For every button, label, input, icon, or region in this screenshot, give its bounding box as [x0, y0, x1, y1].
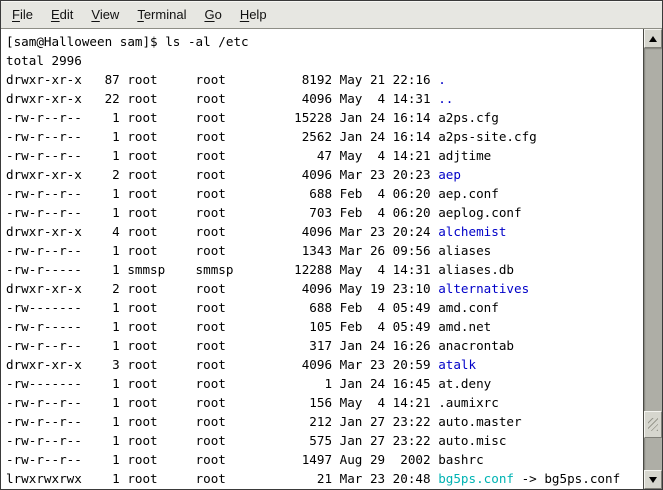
- terminal-line: -rw-r----- 1 smmsp smmsp 12288 May 4 14:…: [6, 260, 643, 279]
- terminal-line: -rw-r--r-- 1 root root 1343 Mar 26 09:56…: [6, 241, 643, 260]
- file-attributes: -rw-r--r-- 1 root root 317 Jan 24 16:26: [6, 338, 438, 353]
- terminal-line: -rw-r--r-- 1 root root 317 Jan 24 16:26 …: [6, 336, 643, 355]
- file-attributes: drwxr-xr-x 87 root root 8192 May 21 22:1…: [6, 72, 438, 87]
- file-name: .aumixrc: [438, 395, 499, 410]
- terminal-line: drwxr-xr-x 4 root root 4096 Mar 23 20:24…: [6, 222, 643, 241]
- file-attributes: drwxr-xr-x 4 root root 4096 Mar 23 20:24: [6, 224, 438, 239]
- terminal-line: -rw-r--r-- 1 root root 47 May 4 14:21 ad…: [6, 146, 643, 165]
- scroll-up-button[interactable]: [644, 29, 662, 48]
- scroll-down-button[interactable]: [644, 470, 662, 489]
- terminal-line: lrwxrwxrwx 1 root root 21 Mar 23 20:48 b…: [6, 469, 643, 488]
- file-attributes: -rw-r--r-- 1 root root 2562 Jan 24 16:14: [6, 129, 438, 144]
- file-name: aeplog.conf: [438, 205, 521, 220]
- file-attributes: -rw-r--r-- 1 root root 1497 Aug 29 2002: [6, 452, 438, 467]
- file-attributes: drwxr-xr-x 2 root root 4096 Mar 23 20:23: [6, 167, 438, 182]
- directory-name: alchemist: [438, 224, 506, 239]
- file-name: a2ps.cfg: [438, 110, 499, 125]
- file-name: auto.master: [438, 414, 521, 429]
- file-attributes: -rw-r--r-- 1 root root 156 May 4 14:21: [6, 395, 438, 410]
- file-attributes: -rw-r--r-- 1 root root 1343 Mar 26 09:56: [6, 243, 438, 258]
- terminal-line: [sam@Halloween sam]$ ls -al /etc: [6, 32, 643, 51]
- terminal-line: -rw-r--r-- 1 root root 688 Feb 4 06:20 a…: [6, 184, 643, 203]
- file-attributes: -rw-r----- 1 root root 105 Feb 4 05:49: [6, 319, 438, 334]
- symlink-target: -> bg5ps.conf: [514, 471, 620, 486]
- terminal-line: drwxr-xr-x 87 root root 8192 May 21 22:1…: [6, 70, 643, 89]
- file-attributes: -rw------- 1 root root 688 Feb 4 05:49: [6, 300, 438, 315]
- arrow-up-icon: [649, 36, 657, 42]
- terminal-line: total 2996: [6, 51, 643, 70]
- file-name: aliases.db: [438, 262, 514, 277]
- terminal-line: -rw-r--r-- 1 root root 575 Jan 27 23:22 …: [6, 431, 643, 450]
- file-name: aliases: [438, 243, 491, 258]
- terminal-line: -rw-r--r-- 1 root root 703 Feb 4 06:20 a…: [6, 203, 643, 222]
- file-attributes: -rw-r--r-- 1 root root 47 May 4 14:21: [6, 148, 438, 163]
- directory-name: aep: [438, 167, 461, 182]
- menu-item-go[interactable]: Go: [195, 3, 230, 27]
- terminal-output[interactable]: [sam@Halloween sam]$ ls -al /etctotal 29…: [1, 29, 643, 489]
- symlink-name: bg5ps.conf: [438, 471, 514, 486]
- file-attributes: lrwxrwxrwx 1 root root 21 Mar 23 20:48: [6, 471, 438, 486]
- terminal-line: -rw------- 1 root root 688 Feb 4 05:49 a…: [6, 298, 643, 317]
- file-attributes: -rw-r----- 1 smmsp smmsp 12288 May 4 14:…: [6, 262, 438, 277]
- menu-bar: FileEditViewTerminalGoHelp: [1, 1, 662, 29]
- file-name: auto.misc: [438, 433, 506, 448]
- thumb-grip-icon: [648, 418, 658, 431]
- terminal-line: -rw-r--r-- 1 root root 156 May 4 14:21 .…: [6, 393, 643, 412]
- terminal-line: -rw------- 1 root root 1 Jan 24 16:45 at…: [6, 374, 643, 393]
- vertical-scrollbar[interactable]: [643, 29, 662, 489]
- file-name: bashrc: [438, 452, 484, 467]
- file-attributes: -rw-r--r-- 1 root root 575 Jan 27 23:22: [6, 433, 438, 448]
- file-attributes: -rw-r--r-- 1 root root 703 Feb 4 06:20: [6, 205, 438, 220]
- file-attributes: -rw-r--r-- 1 root root 688 Feb 4 06:20: [6, 186, 438, 201]
- menu-item-view[interactable]: View: [82, 3, 128, 27]
- file-name: amd.net: [438, 319, 491, 334]
- terminal-line: drwxr-xr-x 3 root root 4096 Mar 23 20:59…: [6, 355, 643, 374]
- file-name: adjtime: [438, 148, 491, 163]
- terminal-window: FileEditViewTerminalGoHelp [sam@Hallowee…: [0, 0, 663, 490]
- file-attributes: -rw------- 1 root root 1 Jan 24 16:45: [6, 376, 438, 391]
- file-name: a2ps-site.cfg: [438, 129, 537, 144]
- scrollbar-thumb[interactable]: [644, 411, 662, 438]
- file-name: amd.conf: [438, 300, 499, 315]
- directory-name: ..: [438, 91, 453, 106]
- terminal-body: [sam@Halloween sam]$ ls -al /etctotal 29…: [1, 29, 662, 489]
- file-attributes: -rw-r--r-- 1 root root 15228 Jan 24 16:1…: [6, 110, 438, 125]
- menu-item-terminal[interactable]: Terminal: [128, 3, 195, 27]
- menu-item-help[interactable]: Help: [231, 3, 276, 27]
- arrow-down-icon: [649, 477, 657, 483]
- terminal-line: -rw-r--r-- 1 root root 2562 Jan 24 16:14…: [6, 127, 643, 146]
- directory-name: .: [438, 72, 446, 87]
- menu-item-edit[interactable]: Edit: [42, 3, 82, 27]
- terminal-line: -rw-r----- 1 root root 105 Feb 4 05:49 a…: [6, 317, 643, 336]
- file-name: anacrontab: [438, 338, 514, 353]
- terminal-line: -rw-r--r-- 1 root root 1497 Aug 29 2002 …: [6, 450, 643, 469]
- file-attributes: drwxr-xr-x 2 root root 4096 May 19 23:10: [6, 281, 438, 296]
- file-attributes: drwxr-xr-x 22 root root 4096 May 4 14:31: [6, 91, 438, 106]
- menu-item-file[interactable]: File: [3, 3, 42, 27]
- file-attributes: drwxr-xr-x 3 root root 4096 Mar 23 20:59: [6, 357, 438, 372]
- file-name: at.deny: [438, 376, 491, 391]
- terminal-line: -rw-r--r-- 1 root root 15228 Jan 24 16:1…: [6, 108, 643, 127]
- terminal-line: drwxr-xr-x 2 root root 4096 May 19 23:10…: [6, 279, 643, 298]
- terminal-line: drwxr-xr-x 2 root root 4096 Mar 23 20:23…: [6, 165, 643, 184]
- directory-name: alternatives: [438, 281, 529, 296]
- directory-name: atalk: [438, 357, 476, 372]
- file-attributes: -rw-r--r-- 1 root root 212 Jan 27 23:22: [6, 414, 438, 429]
- terminal-line: drwxr-xr-x 22 root root 4096 May 4 14:31…: [6, 89, 643, 108]
- scrollbar-trough[interactable]: [644, 48, 662, 470]
- terminal-line: -rw-r--r-- 1 root root 212 Jan 27 23:22 …: [6, 412, 643, 431]
- file-name: aep.conf: [438, 186, 499, 201]
